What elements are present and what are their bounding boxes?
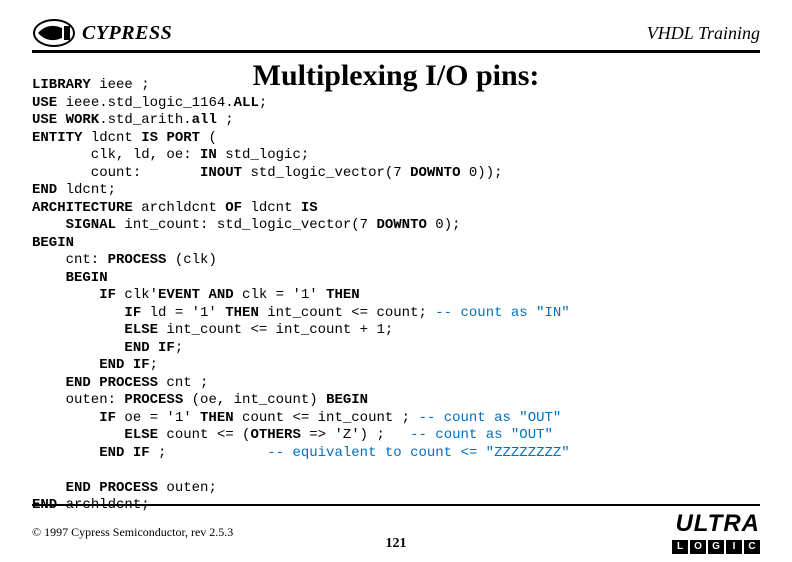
ultra-box-i: I (726, 540, 742, 554)
footer-bar: © 1997 Cypress Semiconductor, rev 2.5.3 … (32, 504, 760, 554)
header-subtitle: VHDL Training (647, 23, 760, 44)
brand-logo: CYPRESS (32, 18, 172, 48)
ultra-box-g: G (708, 540, 724, 554)
ultra-logic-logo: ULTRA L O G I C (672, 510, 760, 554)
ultra-letter-boxes: L O G I C (672, 540, 760, 554)
ultra-box-o: O (690, 540, 706, 554)
ultra-word: ULTRA (675, 510, 760, 538)
page-number: 121 (386, 536, 407, 552)
code-block: LIBRARY ieee ; USE ieee.std_logic_1164.A… (32, 77, 760, 515)
cypress-logo-icon (32, 18, 76, 48)
copyright-text: © 1997 Cypress Semiconductor, rev 2.5.3 (32, 525, 233, 540)
ultra-box-c: C (744, 540, 760, 554)
ultra-box-l: L (672, 540, 688, 554)
header-bar: CYPRESS VHDL Training (32, 18, 760, 53)
slide-page: CYPRESS VHDL Training Multiplexing I/O p… (0, 0, 792, 562)
brand-name: CYPRESS (82, 22, 172, 45)
